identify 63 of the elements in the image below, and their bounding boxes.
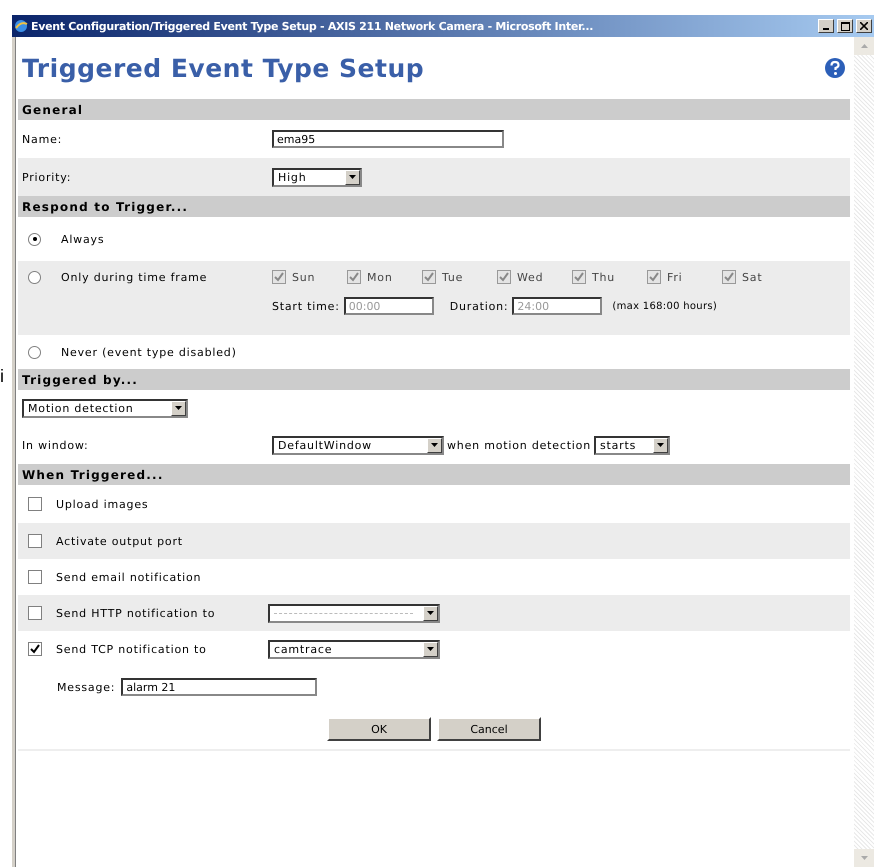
action-checkbox[interactable] (28, 534, 42, 548)
window-title: Event Configuration/Triggered Event Type Setup - AXIS 211 Network Camera - Microsoft Inter... (31, 20, 594, 32)
day-label: Sun (292, 270, 316, 284)
field-label: Name: (22, 132, 62, 146)
action-label: Send email notification (56, 570, 202, 584)
option-label: Always (61, 232, 104, 246)
target-dropdown[interactable]: camtrace (268, 640, 440, 658)
radio-button[interactable] (28, 270, 41, 284)
day-label: Wed (517, 270, 544, 284)
option-label: Only during time frame (61, 270, 208, 284)
action-label: Activate output port (56, 534, 183, 548)
caret-icon (349, 175, 356, 179)
page-title: Triggered Event Type Setup (22, 54, 424, 82)
action-checkbox[interactable] (28, 497, 42, 511)
message-field[interactable]: alarm 21 (121, 678, 318, 696)
motion-event-dropdown[interactable]: starts (594, 436, 670, 454)
target-dropdown[interactable] (268, 604, 440, 622)
action-checkbox[interactable] (28, 606, 42, 620)
field-label: Message: (57, 680, 116, 694)
dialog-button[interactable]: Cancel (437, 717, 541, 741)
day-label: Tue (442, 270, 464, 284)
maximize-icon (840, 22, 850, 30)
window-dropdown[interactable]: DefaultWindow (272, 436, 444, 454)
name-field[interactable]: ema95 (272, 130, 504, 148)
radio-button[interactable] (28, 232, 41, 246)
dialog-button[interactable]: OK (327, 717, 431, 741)
action-label: Upload images (56, 498, 148, 510)
section-header: When Triggered... (18, 464, 850, 485)
option-label: Never (event type disabled) (61, 346, 237, 358)
radio-button[interactable] (28, 346, 41, 358)
field-label: Start time: (272, 300, 340, 312)
trigger-dropdown[interactable]: Motion detection (22, 398, 188, 418)
close-icon (860, 22, 868, 30)
day-label: Mon (367, 270, 393, 284)
max-duration-note: (max 168:00 hours) (612, 300, 718, 312)
action-label: Send TCP notification to (56, 642, 207, 656)
up-arrow-icon (860, 44, 868, 48)
background-text: i (0, 366, 4, 386)
maximize-button[interactable] (837, 19, 853, 33)
day-label: Sat (742, 270, 762, 284)
down-arrow-icon (860, 856, 868, 860)
help-icon[interactable] (824, 57, 846, 79)
caret-icon (656, 443, 664, 447)
minimize-button[interactable] (818, 19, 834, 33)
priority-dropdown[interactable]: High (272, 168, 362, 186)
day-label: Thu (592, 270, 616, 284)
close-button[interactable] (856, 19, 872, 33)
field-label: Priority: (22, 170, 72, 184)
field-label: In window: (22, 438, 89, 452)
action-checkbox[interactable] (28, 642, 42, 656)
caret-icon (427, 647, 434, 651)
caret-icon (427, 611, 434, 615)
caret-icon (431, 443, 438, 447)
action-label: Send HTTP notification to (56, 606, 216, 620)
action-checkbox[interactable] (28, 570, 42, 584)
browser-icon (14, 19, 28, 33)
field-label: when motion detection (447, 438, 591, 452)
section-header: Triggered by... (18, 369, 850, 390)
day-label: Fri (667, 270, 683, 284)
field-label: Duration: (450, 300, 508, 312)
section-header: Respond to Trigger... (18, 196, 850, 217)
caret-icon (175, 406, 182, 410)
section-header: General (18, 99, 850, 120)
